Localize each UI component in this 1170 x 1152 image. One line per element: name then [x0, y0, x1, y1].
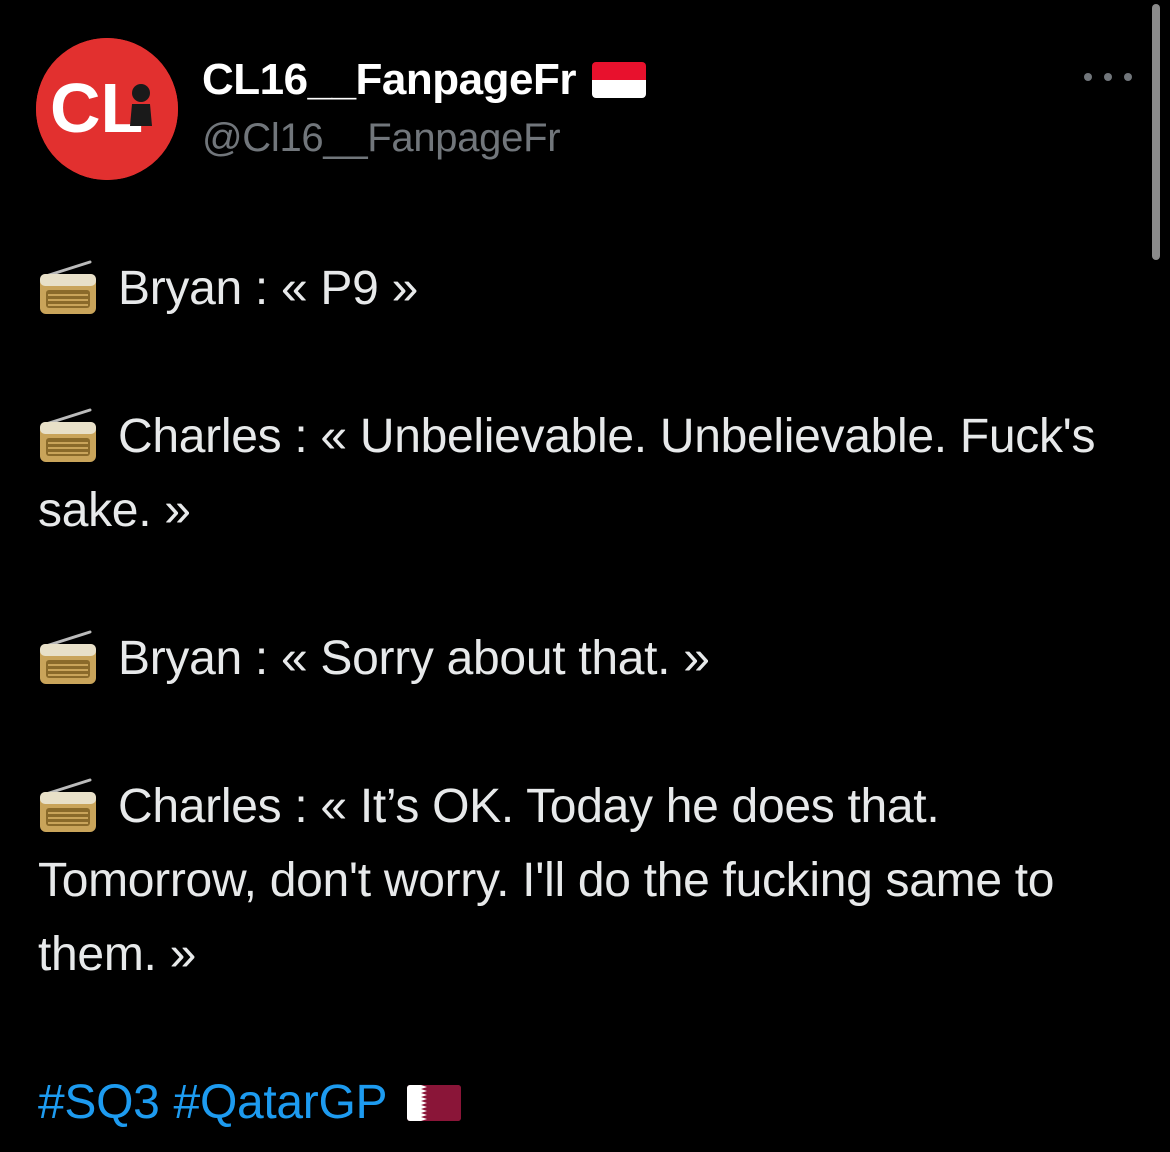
tweet-paragraph: Bryan : « P9 »: [38, 252, 1128, 326]
tweet-paragraph: Bryan : « Sorry about that. »: [38, 622, 1128, 696]
qatar-flag-icon: [407, 1085, 462, 1121]
radio-icon: [38, 778, 98, 834]
more-options-button[interactable]: [1084, 62, 1132, 92]
radio-icon: [38, 408, 98, 464]
more-horizontal-icon: [1084, 73, 1092, 81]
paragraph-text: Bryan : « Sorry about that. »: [118, 632, 710, 685]
paragraph-text: Bryan : « P9 »: [118, 262, 418, 315]
more-dot: [1104, 73, 1112, 81]
display-name-row: CL16__FanpageFr: [202, 52, 646, 108]
hashtag-link[interactable]: #QatarGP: [174, 1066, 388, 1140]
scrollbar[interactable]: [1152, 4, 1160, 260]
tweet-text: Bryan : « P9 » Charles : « Unbelievable.…: [38, 252, 1128, 1140]
tweet-paragraph: Charles : « It’s OK. Today he does that.…: [38, 770, 1128, 992]
hashtag-row: #SQ3 #QatarGP: [38, 1066, 1128, 1140]
radio-icon: [38, 630, 98, 686]
paragraph-text: Charles : « It’s OK. Today he does that.…: [38, 780, 1055, 981]
paragraph-text: Charles : « Unbelievable. Unbelievable. …: [38, 410, 1096, 537]
radio-icon: [38, 260, 98, 316]
user-handle[interactable]: @Cl16__FanpageFr: [202, 116, 561, 161]
hashtag-link[interactable]: #SQ3: [38, 1066, 160, 1140]
monaco-flag-icon: [591, 62, 646, 98]
avatar[interactable]: CL: [36, 38, 178, 180]
svg-text:CL: CL: [50, 69, 143, 147]
tweet: CL CL16__FanpageFr @Cl16__FanpageFr Brya…: [0, 0, 1170, 1152]
avatar-logo-icon: CL: [36, 38, 178, 180]
more-dot: [1124, 73, 1132, 81]
tweet-paragraph: Charles : « Unbelievable. Unbelievable. …: [38, 400, 1128, 548]
display-name[interactable]: CL16__FanpageFr: [202, 55, 576, 105]
